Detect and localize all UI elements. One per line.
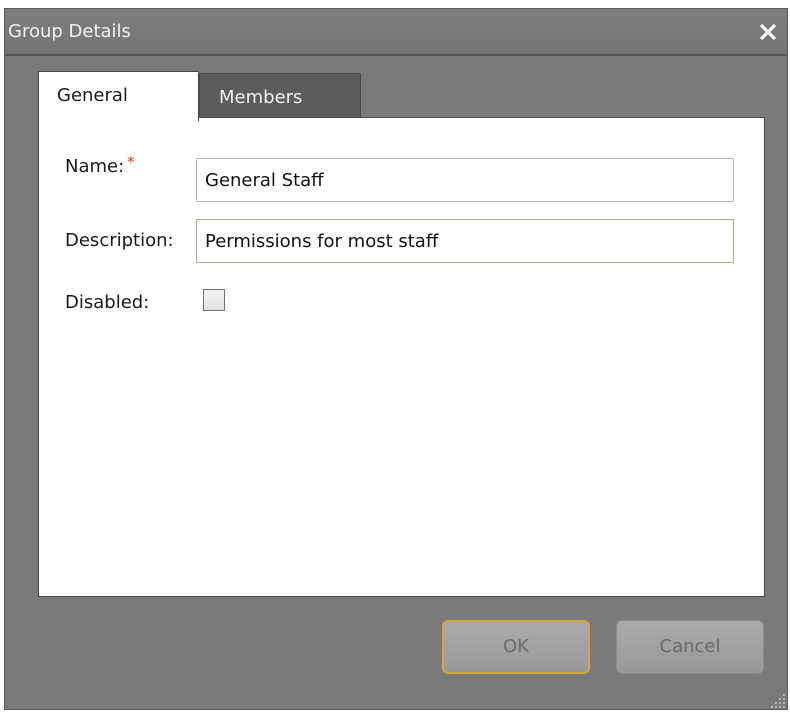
name-label-text: Name: (65, 156, 124, 177)
close-icon[interactable] (758, 22, 778, 42)
dialog-title: Group Details (8, 21, 131, 42)
general-tab-panel: Name:* Description: Disabled: (38, 117, 765, 597)
name-field[interactable] (196, 158, 734, 202)
description-label: Description: (65, 230, 174, 251)
name-label: Name:* (65, 156, 135, 177)
disabled-label: Disabled: (65, 292, 149, 313)
tab-members[interactable]: Members (199, 73, 361, 121)
tab-general[interactable]: General (38, 71, 199, 121)
title-bar[interactable]: Group Details (5, 9, 787, 56)
required-marker: * (127, 153, 135, 171)
ok-button[interactable]: OK (442, 620, 590, 674)
disabled-checkbox[interactable] (203, 289, 225, 311)
cancel-button[interactable]: Cancel (616, 620, 764, 674)
description-field[interactable] (196, 219, 734, 263)
resize-grip-icon[interactable] (769, 692, 787, 710)
